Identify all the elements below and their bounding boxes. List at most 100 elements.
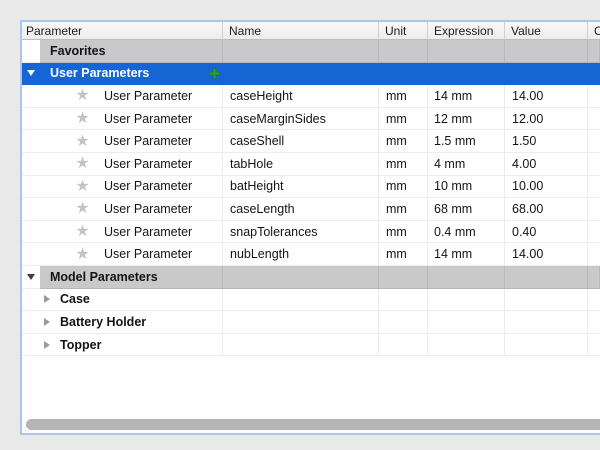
- favorite-star-icon[interactable]: ★: [74, 87, 91, 104]
- chevron-right-icon[interactable]: [44, 318, 50, 326]
- parameter-type-label: User Parameter: [104, 112, 192, 126]
- empty-cell: [223, 334, 379, 357]
- collapse-toggle[interactable]: [22, 63, 40, 86]
- column-header-comments[interactable]: C: [588, 22, 600, 39]
- name-cell[interactable]: nubLength: [223, 243, 379, 266]
- unit-cell[interactable]: mm: [379, 130, 428, 153]
- unit-cell[interactable]: mm: [379, 221, 428, 244]
- name-cell[interactable]: caseMarginSides: [223, 108, 379, 131]
- name-cell[interactable]: caseHeight: [223, 85, 379, 108]
- favorite-star-icon[interactable]: ★: [74, 200, 91, 217]
- expression-cell[interactable]: 1.5 mm: [428, 130, 505, 153]
- chevron-down-icon: [27, 274, 35, 280]
- favorite-star-icon[interactable]: ★: [74, 246, 91, 263]
- chevron-right-icon[interactable]: [44, 341, 50, 349]
- collapse-toggle[interactable]: [22, 266, 40, 289]
- column-header-label: Parameter: [26, 24, 82, 38]
- parameter-name: snapTolerances: [230, 225, 318, 239]
- favorite-star-icon[interactable]: ★: [74, 133, 91, 150]
- parameter-unit: mm: [386, 89, 407, 103]
- comments-cell[interactable]: [588, 85, 600, 108]
- parameter-row[interactable]: ★User Parameter batHeight mm 10 mm 10.00: [22, 176, 600, 199]
- empty-cell: [379, 334, 428, 357]
- parameter-type-label: User Parameter: [104, 202, 192, 216]
- comments-cell[interactable]: [588, 243, 600, 266]
- unit-cell[interactable]: mm: [379, 108, 428, 131]
- column-header-label: Unit: [385, 24, 406, 38]
- group-row-favorites[interactable]: Favorites: [22, 40, 600, 63]
- unit-cell[interactable]: mm: [379, 243, 428, 266]
- parameter-row[interactable]: ★User Parameter nubLength mm 14 mm 14.00: [22, 243, 600, 266]
- value-cell: 12.00: [505, 108, 588, 131]
- empty-cell: [588, 40, 600, 63]
- expression-cell[interactable]: 10 mm: [428, 176, 505, 199]
- comments-cell[interactable]: [588, 153, 600, 176]
- parameter-expression: 10 mm: [434, 179, 472, 193]
- name-cell[interactable]: batHeight: [223, 176, 379, 199]
- favorite-star-icon[interactable]: ★: [74, 110, 91, 127]
- parameter-name: caseLength: [230, 202, 295, 216]
- parameter-row[interactable]: ★User Parameter caseHeight mm 14 mm 14.0…: [22, 85, 600, 108]
- group-row-model-parameters[interactable]: Model Parameters: [22, 266, 600, 289]
- parameter-value: 68.00: [512, 202, 543, 216]
- empty-cell: [379, 311, 428, 334]
- column-header-value[interactable]: Value: [505, 22, 588, 39]
- name-cell[interactable]: caseShell: [223, 130, 379, 153]
- horizontal-scrollbar-track[interactable]: [22, 417, 600, 433]
- add-parameter-button[interactable]: [207, 67, 221, 81]
- column-header-parameter[interactable]: Parameter: [22, 22, 223, 39]
- comments-cell[interactable]: [588, 130, 600, 153]
- parameter-unit: mm: [386, 179, 407, 193]
- column-header-label: C: [594, 24, 600, 38]
- parameter-row[interactable]: ★User Parameter caseShell mm 1.5 mm 1.50: [22, 130, 600, 153]
- empty-cell: [223, 266, 379, 289]
- chevron-right-icon[interactable]: [44, 295, 50, 303]
- parameter-value: 0.40: [512, 225, 536, 239]
- parameter-row[interactable]: ★ User Parameter caseLength mm 68 mm 68.0…: [22, 198, 600, 221]
- expression-cell[interactable]: 12 mm: [428, 108, 505, 131]
- comments-cell[interactable]: [588, 176, 600, 199]
- parameter-row[interactable]: ★User Parameter snapTolerances mm 0.4 mm…: [22, 221, 600, 244]
- empty-cell: [588, 334, 600, 357]
- column-header-unit[interactable]: Unit: [379, 22, 428, 39]
- expression-cell[interactable]: 68 mm: [428, 198, 505, 221]
- favorite-star-icon[interactable]: ★: [74, 155, 91, 172]
- group-row-user-parameters[interactable]: User Parameters: [22, 63, 600, 86]
- expand-toggle-cell: [22, 311, 40, 334]
- unit-cell[interactable]: mm: [379, 153, 428, 176]
- empty-cell: [588, 266, 600, 289]
- value-cell: 0.40: [505, 221, 588, 244]
- parameter-row[interactable]: ★User Parameter tabHole mm 4 mm 4.00: [22, 153, 600, 176]
- horizontal-scrollbar-thumb[interactable]: [26, 419, 600, 430]
- favorite-star-icon[interactable]: ★: [74, 223, 91, 240]
- expression-cell[interactable]: 4 mm: [428, 153, 505, 176]
- table-body: Favorites User Parameters ★Us: [22, 40, 600, 356]
- model-group-row-battery-holder[interactable]: Battery Holder: [22, 311, 600, 334]
- model-group-row-topper[interactable]: Topper: [22, 334, 600, 357]
- empty-cell: [588, 63, 600, 86]
- comments-cell[interactable]: [588, 198, 600, 221]
- name-cell[interactable]: tabHole: [223, 153, 379, 176]
- name-cell[interactable]: snapTolerances: [223, 221, 379, 244]
- unit-cell[interactable]: mm: [379, 198, 428, 221]
- comments-cell[interactable]: [588, 108, 600, 131]
- column-header-label: Expression: [434, 24, 493, 38]
- model-group-row-case[interactable]: Case: [22, 289, 600, 312]
- comments-cell[interactable]: [588, 221, 600, 244]
- expression-cell[interactable]: 14 mm: [428, 85, 505, 108]
- unit-cell[interactable]: mm: [379, 176, 428, 199]
- parameter-row[interactable]: ★ User Parameter caseMarginSides mm 12 mm…: [22, 108, 600, 131]
- column-header-expression[interactable]: Expression: [428, 22, 505, 39]
- expression-cell[interactable]: 0.4 mm: [428, 221, 505, 244]
- parameter-type-label: User Parameter: [104, 247, 192, 261]
- name-cell[interactable]: caseLength: [223, 198, 379, 221]
- parameter-expression: 1.5 mm: [434, 134, 476, 148]
- unit-cell[interactable]: mm: [379, 85, 428, 108]
- value-cell: 1.50: [505, 130, 588, 153]
- empty-cell: [505, 266, 588, 289]
- expression-cell[interactable]: 14 mm: [428, 243, 505, 266]
- favorite-star-icon[interactable]: ★: [74, 178, 91, 195]
- parameter-name: caseHeight: [230, 89, 293, 103]
- column-header-name[interactable]: Name: [223, 22, 379, 39]
- empty-cell: [379, 40, 428, 63]
